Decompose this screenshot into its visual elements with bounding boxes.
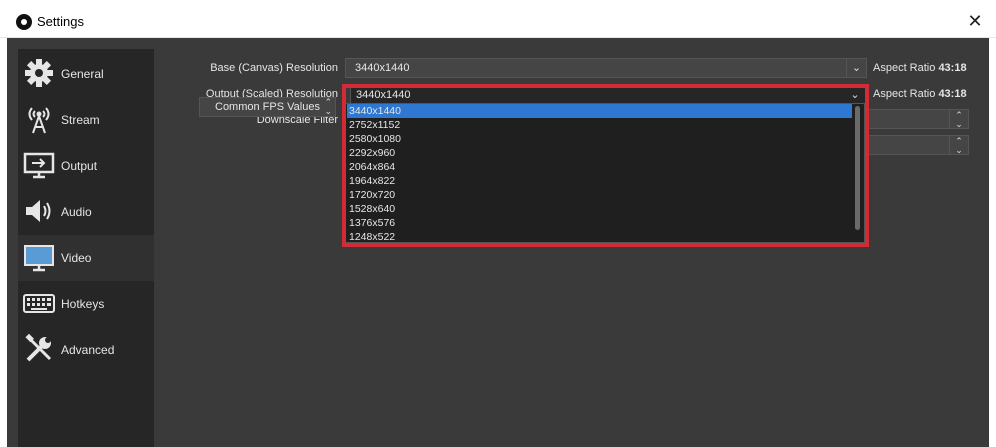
- sidebar-item-stream[interactable]: Stream: [18, 97, 154, 143]
- aspect-ratio-value: 43:18: [938, 62, 967, 74]
- sidebar-item-advanced[interactable]: Advanced: [18, 327, 154, 373]
- sidebar-item-hotkeys[interactable]: Hotkeys: [18, 281, 154, 327]
- highlight-annotation-box: [342, 84, 869, 247]
- sidebar-item-label: Output: [61, 159, 98, 173]
- sidebar-item-output[interactable]: Output: [18, 143, 154, 189]
- monitor-icon: [24, 245, 54, 272]
- keyboard-icon: [23, 294, 55, 313]
- close-button[interactable]: ✕: [964, 10, 986, 32]
- fps-value-select[interactable]: [860, 135, 950, 155]
- base-resolution-select[interactable]: 3440x1440 ⌄: [345, 58, 867, 78]
- sidebar-item-general[interactable]: General: [18, 51, 154, 97]
- chevron-down-icon: ⌄: [846, 59, 866, 77]
- downscale-filter-spinner[interactable]: ⌃ ⌄: [949, 109, 969, 129]
- speaker-icon: [26, 200, 51, 222]
- broadcast-antenna-icon: [28, 107, 50, 134]
- sidebar-item-label: Audio: [61, 205, 92, 219]
- chevron-updown-icon: ⌃ ⌄: [324, 97, 332, 116]
- sidebar: General Stream Output Audio Video Hotkey…: [18, 49, 154, 447]
- downscale-filter-select[interactable]: [860, 109, 950, 129]
- gear-icon: [25, 59, 53, 87]
- obs-logo-icon: [16, 14, 32, 30]
- aspect-ratio-label: Aspect Ratio: [873, 88, 936, 100]
- aspect-ratio-label: Aspect Ratio: [873, 62, 936, 74]
- output-aspect-ratio: Aspect Ratio 43:18: [873, 88, 967, 100]
- base-aspect-ratio: Aspect Ratio 43:18: [873, 62, 967, 74]
- sidebar-item-label: Video: [61, 251, 92, 265]
- sidebar-item-video[interactable]: Video: [18, 235, 154, 281]
- base-resolution-label: Base (Canvas) Resolution: [210, 62, 338, 74]
- output-monitor-icon: [23, 152, 55, 179]
- tools-icon: [25, 333, 52, 362]
- title-bar: Settings ✕: [0, 0, 996, 38]
- sidebar-item-label: Hotkeys: [61, 297, 105, 311]
- aspect-ratio-value: 43:18: [938, 88, 967, 100]
- sidebar-item-label: Advanced: [61, 343, 115, 357]
- fps-type-select[interactable]: Common FPS Values ⌃ ⌄: [199, 97, 336, 117]
- fps-type-value: Common FPS Values: [215, 101, 320, 113]
- base-resolution-value: 3440x1440: [355, 62, 410, 74]
- sidebar-item-label: General: [61, 67, 104, 81]
- fps-value-spinner[interactable]: ⌃ ⌄: [949, 135, 969, 155]
- sidebar-item-label: Stream: [61, 113, 100, 127]
- sidebar-item-audio[interactable]: Audio: [18, 189, 154, 235]
- window-title: Settings: [37, 14, 84, 29]
